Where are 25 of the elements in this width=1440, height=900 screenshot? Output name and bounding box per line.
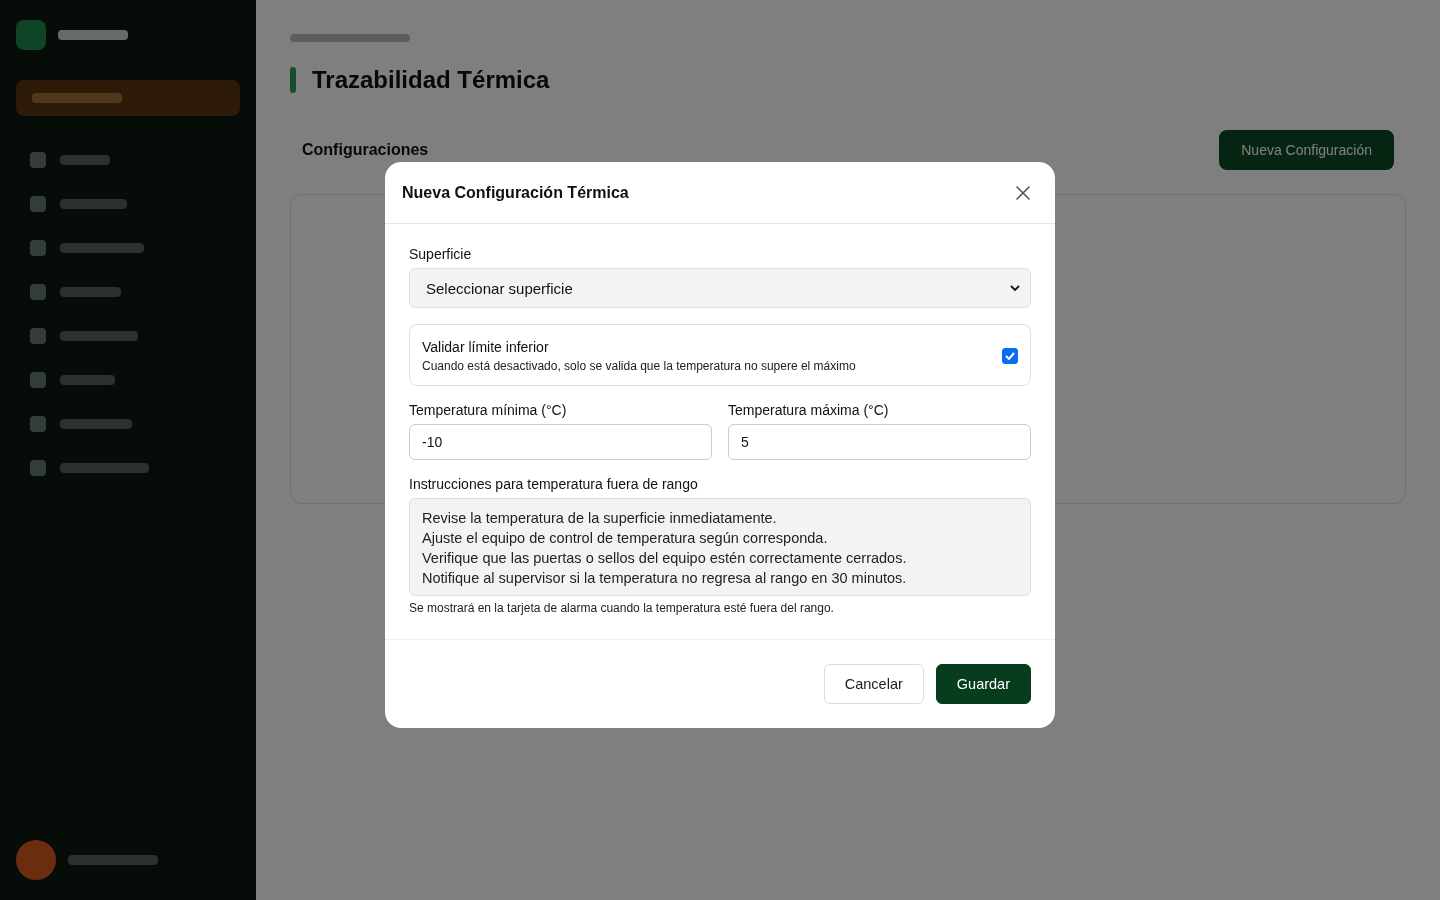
blurred-text	[58, 30, 128, 40]
avatar	[16, 840, 56, 880]
close-icon	[1016, 185, 1030, 200]
help-text: Se mostrará en la tarjeta de alarma cuando la temperatura esté fuera del rango.	[409, 601, 835, 615]
logo-icon	[16, 20, 46, 50]
number-input[interactable]: -10	[409, 424, 712, 460]
field-label: Instrucciones para temperatura fuera de rango	[409, 476, 699, 492]
page-title: Trazabilidad Térmica	[312, 66, 550, 94]
section-title: Configuraciones	[302, 141, 429, 159]
checkbox[interactable]	[1002, 348, 1018, 364]
option-title: Validar límite inferior	[422, 339, 550, 355]
save-button[interactable]: Guardar	[935, 664, 1031, 704]
checkmark-icon	[1005, 352, 1015, 360]
chevron-down-icon	[1010, 284, 1020, 292]
modal-title: Nueva Configuración Térmica	[402, 183, 629, 202]
option-description: Cuando está desactivado, solo se valida que la temperatura no supere el máximo	[422, 359, 856, 373]
number-input[interactable]: 5	[728, 424, 1031, 460]
field-label: Superficie	[409, 246, 473, 262]
instructions-textarea[interactable]: Revise la temperatura de la superficie inmediatamente. Ajuste el equipo de control de temperatura según corresponda. Verifique que las puertas o sellos del equipo estén correctamente cerrados. Notifique al supervisor si la temperatura no regresa al rango en 30 minutos.	[409, 498, 1031, 596]
surface-select[interactable]: Seleccionar superficie	[409, 268, 1031, 308]
cancel-button[interactable]: Cancelar	[823, 664, 924, 704]
field-label: Temperatura máxima (°C)	[728, 402, 890, 418]
new-configuration-button[interactable]: Nueva Configuración	[1219, 130, 1394, 170]
accent-bar	[290, 67, 296, 93]
field-label: Temperatura mínima (°C)	[409, 402, 568, 418]
